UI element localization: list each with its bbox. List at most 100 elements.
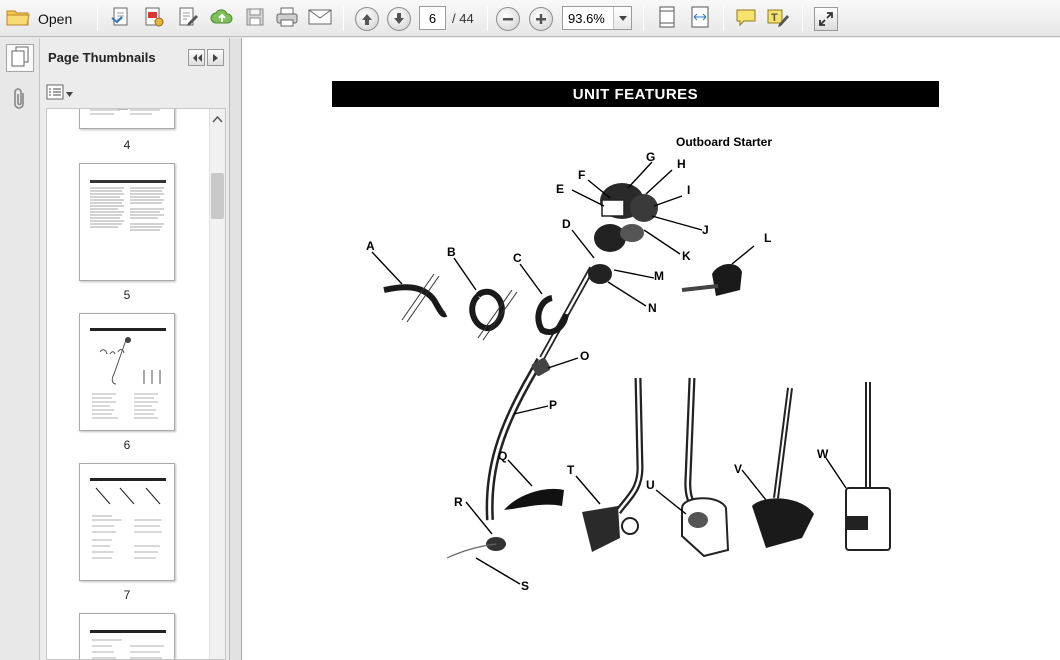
thumbnails-panel: Page Thumbnails 4 5 6 7 (40, 38, 230, 660)
chevron-right-icon (212, 51, 219, 65)
callout-c: C (513, 251, 522, 265)
print-button[interactable] (273, 6, 301, 31)
arrow-up-icon (355, 6, 379, 31)
document-view[interactable]: UNIT FEATURES Outboard Starter A B C D E… (242, 38, 1060, 660)
handle-bars (401, 273, 518, 341)
envelope-icon (308, 8, 332, 29)
callout-k: K (682, 249, 691, 263)
callout-q: Q (498, 449, 507, 463)
page-thumbnails-tab[interactable] (6, 44, 34, 72)
callout-b: B (447, 245, 456, 259)
attachment-cultivator (752, 387, 814, 548)
callout-d: D (562, 217, 571, 231)
expand-panel-button[interactable] (207, 49, 224, 66)
attachment-pruner (845, 382, 891, 551)
thumbnail-page-number: 7 (123, 588, 131, 602)
thumbnail-scrollbar[interactable] (209, 109, 225, 659)
save-icon (245, 7, 265, 30)
scroll-up-icon[interactable] (212, 113, 223, 123)
pdf-settings-icon (143, 6, 165, 31)
email-button[interactable] (306, 6, 334, 31)
callout-g: G (646, 150, 655, 164)
toolbar-separator (802, 6, 803, 31)
callout-f: F (578, 168, 585, 182)
thumbnail-page[interactable] (79, 463, 175, 581)
navigation-rail (0, 38, 40, 660)
callout-e: E (556, 182, 564, 196)
scrollbar-thumb[interactable] (211, 173, 224, 219)
speech-bubble-icon (735, 7, 757, 30)
callout-p: P (549, 398, 557, 412)
callout-s: S (521, 579, 529, 593)
save-button[interactable] (242, 6, 268, 31)
toolbar-separator (343, 6, 344, 31)
thumbnail-page[interactable] (79, 109, 175, 129)
panel-splitter[interactable] (230, 38, 242, 660)
expand-arrows-icon (814, 6, 838, 31)
thumbnail-page[interactable] (79, 613, 175, 659)
attachment-edger (582, 377, 644, 552)
previous-page-button[interactable] (354, 6, 380, 31)
next-page-button[interactable] (386, 6, 412, 31)
upload-button[interactable] (208, 6, 236, 31)
thumbnail-page-number: 5 (123, 288, 131, 302)
create-pdf-icon (110, 6, 132, 31)
create-pdf-button[interactable] (108, 6, 134, 31)
zoom-input[interactable] (563, 7, 613, 29)
edit-document-icon (177, 6, 199, 31)
folder-icon (6, 7, 30, 30)
main-toolbar: Open / 44 (0, 0, 1060, 37)
callout-o: O (580, 349, 589, 363)
pages-icon (10, 46, 30, 71)
arrow-down-icon (387, 6, 411, 31)
callout-u: U (646, 478, 655, 492)
callout-a: A (366, 239, 375, 253)
comment-button[interactable] (732, 6, 760, 31)
fit-width-icon (689, 6, 711, 31)
callout-h: H (677, 157, 686, 171)
thumbnail-list[interactable]: 4 5 6 7 (46, 108, 226, 660)
callout-i: I (687, 183, 690, 197)
toolbar-separator (723, 6, 724, 31)
highlight-button[interactable]: T (764, 6, 792, 31)
callout-w: W (817, 447, 829, 461)
throttle-housing (588, 264, 612, 284)
attachments-tab[interactable] (6, 86, 34, 114)
highlighter-icon: T (767, 7, 789, 30)
fit-page-button[interactable] (653, 6, 681, 31)
plus-icon (529, 6, 553, 31)
thumbnail-page-current[interactable] (79, 313, 175, 431)
minus-icon (496, 6, 520, 31)
page-number-input[interactable] (419, 6, 446, 30)
double-chevron-left-icon (192, 51, 202, 65)
cloud-upload-icon (210, 6, 234, 31)
zoom-out-button[interactable] (495, 6, 521, 31)
thumbnail-options-button[interactable] (46, 82, 73, 104)
collapse-panel-button[interactable] (188, 49, 205, 66)
open-button[interactable]: Open (6, 6, 82, 31)
handle-options (383, 284, 569, 335)
attachment-blower (681, 377, 730, 558)
expand-button[interactable] (812, 6, 840, 31)
options-list-icon (46, 84, 64, 103)
zoom-in-button[interactable] (528, 6, 554, 31)
toolbar-separator (487, 6, 488, 31)
fit-page-icon (656, 6, 678, 31)
edit-document-button[interactable] (175, 6, 201, 31)
callout-v: V (734, 462, 742, 476)
page-total: / 44 (452, 11, 474, 26)
open-label: Open (38, 10, 73, 27)
fit-width-button[interactable] (686, 6, 714, 31)
callout-l: L (764, 231, 771, 245)
chevron-down-icon[interactable] (613, 7, 631, 29)
starter-label: Outboard Starter (676, 135, 772, 149)
zoom-select[interactable] (562, 6, 632, 30)
toolbar-separator (97, 6, 98, 31)
paperclip-icon (12, 87, 28, 114)
combine-files-button[interactable] (141, 6, 167, 31)
thumbnail-page[interactable] (79, 163, 175, 281)
callout-m: M (654, 269, 664, 283)
debris-shield (504, 488, 564, 510)
printer-icon (275, 6, 299, 31)
thumbnail-page-number: 4 (123, 138, 131, 152)
